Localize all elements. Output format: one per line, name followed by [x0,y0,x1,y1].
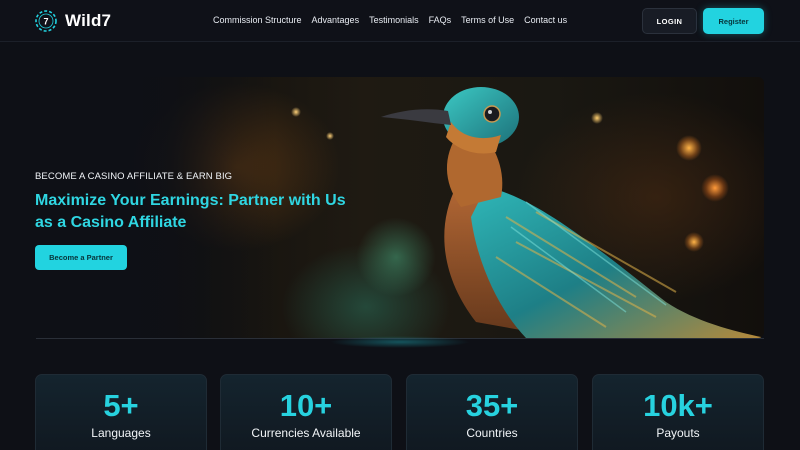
login-button[interactable]: LOGIN [642,8,697,34]
bokeh-light [291,107,301,117]
stat-card-currencies: 10+ Currencies Available [220,374,392,450]
hero-headline-line-2: as a Casino Affiliate [35,214,187,231]
hero-text-block: BECOME A CASINO AFFILIATE & EARN BIG Max… [35,171,395,234]
wild7-logo-icon: 7 [34,9,58,33]
hero-divider-glow [330,336,470,348]
nav-link-testimonials[interactable]: Testimonials [369,15,419,25]
bokeh-light [326,132,334,140]
nav-link-faqs[interactable]: FAQs [429,15,452,25]
register-button[interactable]: Register [703,8,764,34]
stat-card-languages: 5+ Languages [35,374,207,450]
hero-headline-line-1: Maximize Your Earnings: Partner with Us [35,192,346,209]
site-header: 7 Wild7 Commission Structure Advantages … [0,0,800,42]
hero-headline: Maximize Your Earnings: Partner with Us … [35,190,395,234]
nav-link-contact-us[interactable]: Contact us [524,15,567,25]
stat-value: 35+ [465,388,519,423]
stat-value: 10+ [279,388,333,423]
logo-digit: 7 [43,17,48,27]
stat-value: 5+ [103,388,139,423]
nav-link-advantages[interactable]: Advantages [312,15,360,25]
stat-value: 10k+ [643,388,713,423]
stat-label: Currencies Available [251,426,361,440]
brand-logo[interactable]: 7 Wild7 [34,9,111,33]
nav-link-commission-structure[interactable]: Commission Structure [213,15,302,25]
nav-link-terms-of-use[interactable]: Terms of Use [461,15,514,25]
stat-label: Countries [466,426,518,440]
stat-label: Payouts [656,426,700,440]
stat-label: Languages [91,426,151,440]
become-partner-button[interactable]: Become a Partner [35,245,127,270]
hero-eyebrow: BECOME A CASINO AFFILIATE & EARN BIG [35,171,233,182]
stat-card-payouts: 10k+ Payouts [592,374,764,450]
brand-name: Wild7 [65,11,112,30]
bird-illustration [381,87,764,338]
stat-card-countries: 35+ Countries [406,374,578,450]
main-nav: Commission Structure Advantages Testimon… [213,15,567,25]
